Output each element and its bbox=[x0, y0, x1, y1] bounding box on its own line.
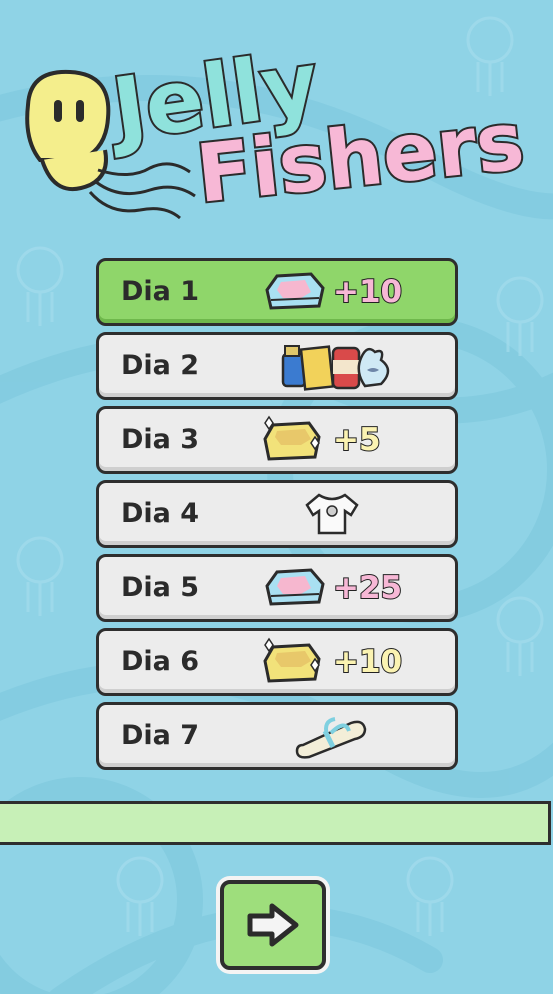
gem-icon bbox=[265, 272, 325, 310]
reward-row-day-1[interactable]: Dia 1 +10 bbox=[96, 258, 458, 326]
reward-content bbox=[257, 335, 457, 397]
day-label: Dia 4 bbox=[121, 498, 200, 529]
reward-row-day-3[interactable]: Dia 3 +5 bbox=[96, 406, 458, 474]
reward-content: +10 bbox=[257, 261, 457, 323]
reward-row-day-6[interactable]: Dia 6 +10 bbox=[96, 628, 458, 696]
day-label: Dia 7 bbox=[121, 720, 200, 751]
reward-content: +5 bbox=[257, 409, 457, 471]
day-label: Dia 6 bbox=[121, 646, 200, 677]
day-label: Dia 3 bbox=[121, 424, 200, 455]
game-logo: Jelly Fishers bbox=[0, 0, 553, 245]
reward-row-day-7[interactable]: Dia 7 bbox=[96, 702, 458, 770]
gem-icon bbox=[265, 568, 325, 606]
day-label: Dia 5 bbox=[121, 572, 200, 603]
daily-rewards-list: Dia 1 +10 Dia 2 Dia 3 +5 Dia 4 Dia 5 +25… bbox=[96, 258, 458, 776]
reward-row-day-5[interactable]: Dia 5 +25 bbox=[96, 554, 458, 622]
day-label: Dia 1 bbox=[121, 276, 200, 307]
gold-coin-icon bbox=[263, 415, 321, 461]
reward-row-day-4[interactable]: Dia 4 bbox=[96, 480, 458, 548]
reward-row-day-2[interactable]: Dia 2 bbox=[96, 332, 458, 400]
reward-amount: +10 bbox=[332, 273, 403, 311]
food-bundle-icon bbox=[281, 345, 390, 391]
reward-amount: +10 bbox=[332, 643, 403, 681]
reward-content: +10 bbox=[257, 631, 457, 693]
gold-coin-icon bbox=[263, 637, 321, 683]
arrow-right-icon bbox=[247, 903, 299, 947]
reward-amount: +25 bbox=[332, 569, 403, 607]
reward-content bbox=[257, 483, 457, 545]
scroll-icon bbox=[295, 717, 367, 759]
next-button[interactable] bbox=[220, 880, 326, 970]
reward-content: +25 bbox=[257, 557, 457, 619]
day-label: Dia 2 bbox=[121, 350, 200, 381]
reward-amount: +5 bbox=[332, 421, 382, 459]
tshirt-icon bbox=[305, 493, 359, 535]
reward-content bbox=[257, 705, 457, 767]
progress-bar bbox=[0, 801, 551, 845]
